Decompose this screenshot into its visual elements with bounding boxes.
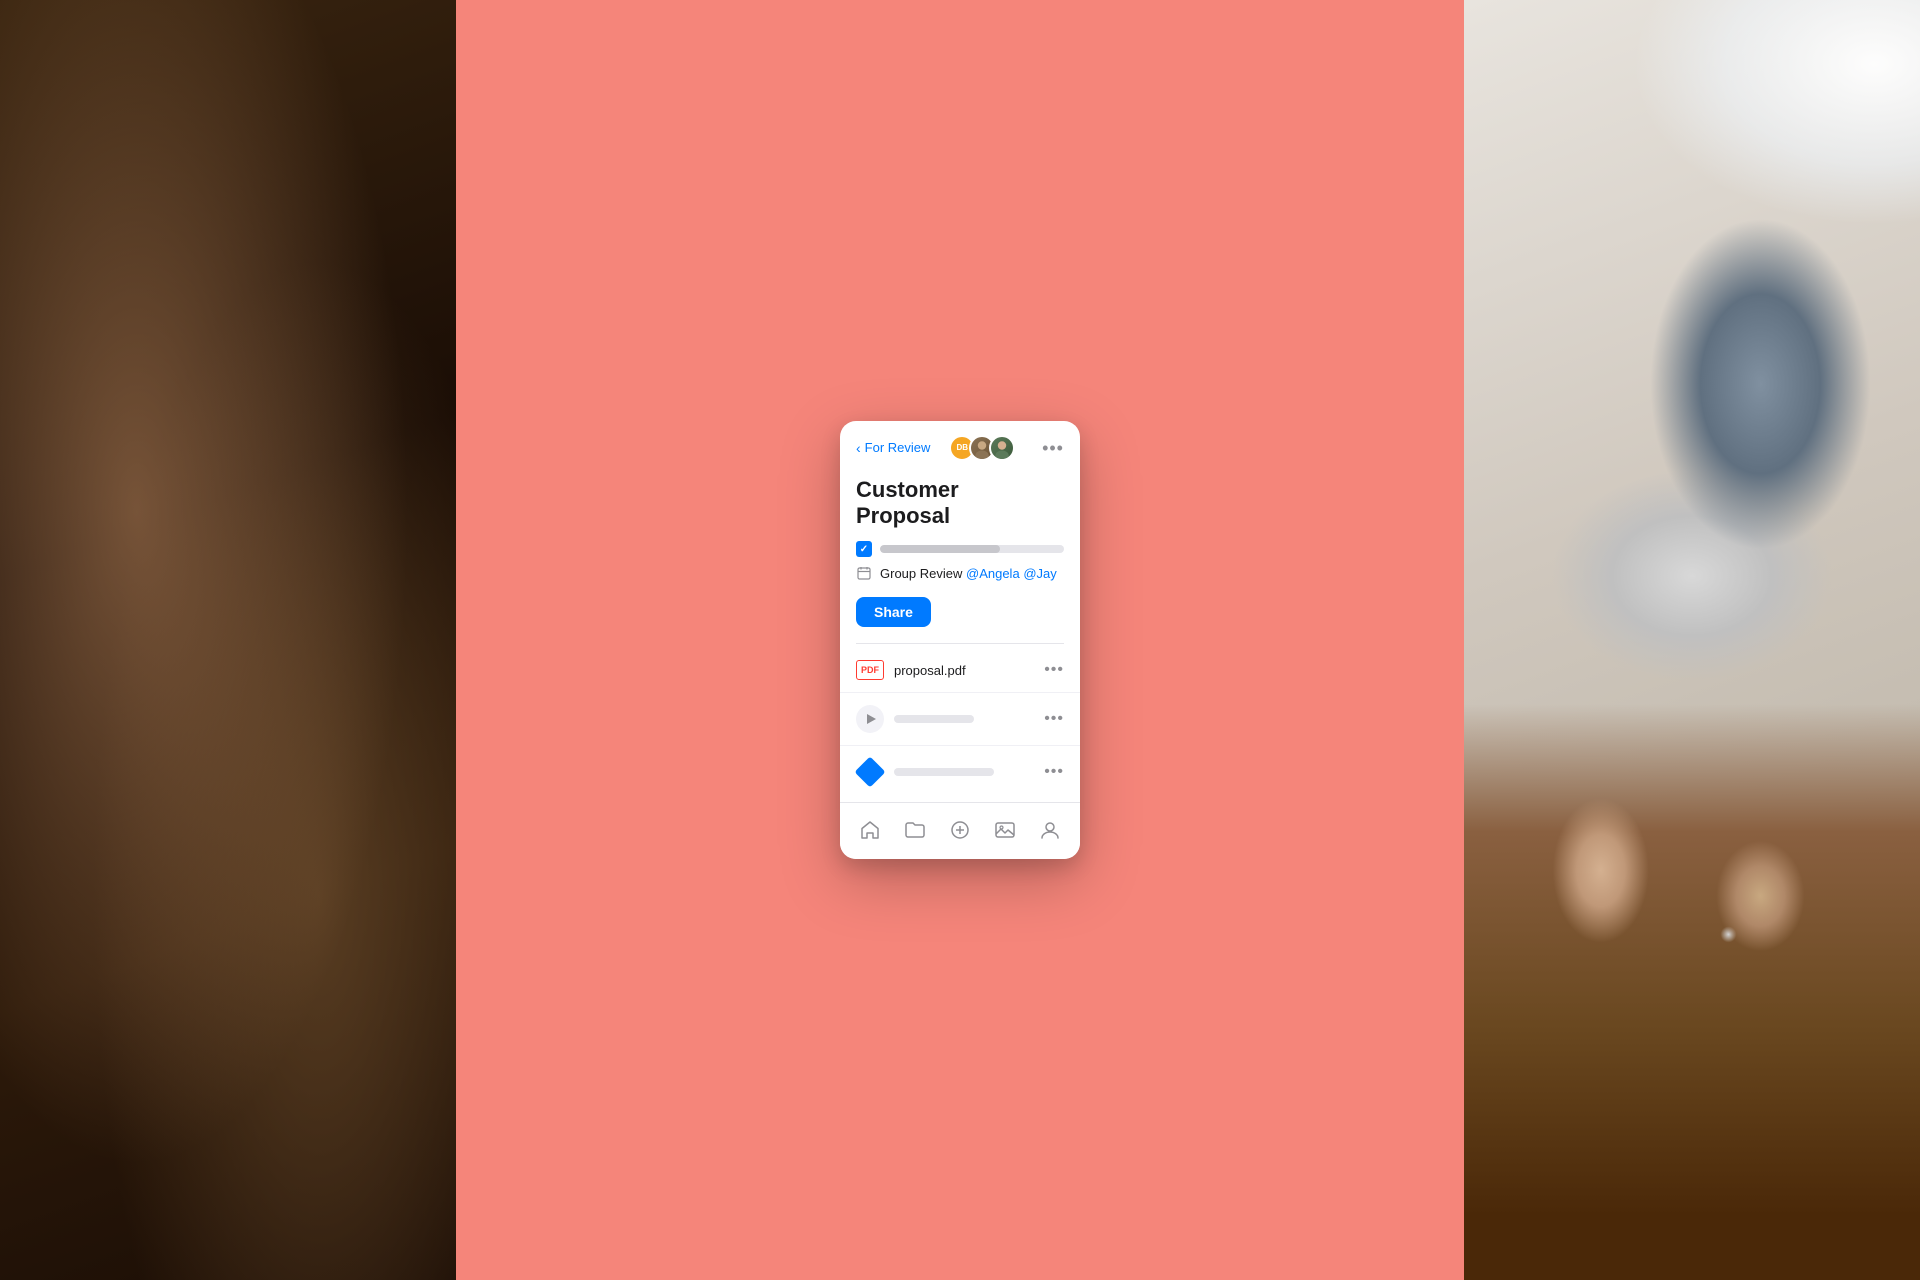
nav-profile-button[interactable]: [1035, 815, 1065, 845]
mobile-app-card: ‹ For Review DB: [840, 421, 1080, 860]
folder-icon: [904, 819, 926, 841]
avatar-group: DB: [949, 435, 1015, 461]
avatar-db-initials: DB: [956, 443, 968, 452]
card-title-section: Customer Proposal: [840, 471, 1080, 542]
play-triangle-icon: [867, 714, 876, 724]
file-item-pdf[interactable]: PDF proposal.pdf •••: [840, 648, 1080, 693]
progress-bar-fill: [880, 545, 1000, 553]
bottom-nav: [840, 802, 1080, 859]
center-panel: ‹ For Review DB: [456, 0, 1464, 1280]
video-name-bar: [894, 715, 974, 723]
play-icon: [856, 705, 884, 733]
avatar-person2: [989, 435, 1015, 461]
review-row: Group Review @Angela @Jay: [856, 565, 1064, 581]
person2-icon: [991, 435, 1013, 461]
checkbox-row: ✓: [856, 541, 1064, 557]
card-meta: ✓ Group Review @Angela: [840, 541, 1080, 591]
nav-gallery-button[interactable]: [990, 815, 1020, 845]
calendar-svg: [857, 566, 871, 580]
back-chevron-icon: ‹: [856, 440, 861, 456]
back-label[interactable]: For Review: [865, 440, 931, 455]
mention-angela[interactable]: @Angela: [966, 566, 1020, 581]
pdf-icon: PDF: [856, 660, 884, 680]
profile-icon: [1039, 819, 1061, 841]
document-title: Customer Proposal: [856, 477, 1064, 530]
calendar-icon: [856, 565, 872, 581]
left-photo-panel: [0, 0, 456, 1280]
right-photo-panel: [1464, 0, 1920, 1280]
checkbox-check-icon: ✓: [860, 544, 868, 555]
video-more-button[interactable]: •••: [1044, 710, 1064, 728]
pdf-more-button[interactable]: •••: [1044, 661, 1064, 679]
sketch-icon-wrapper: [856, 758, 884, 786]
sketch-more-button[interactable]: •••: [1044, 763, 1064, 781]
pdf-filename: proposal.pdf: [894, 663, 1034, 678]
file-item-sketch[interactable]: •••: [840, 746, 1080, 798]
share-section: Share: [840, 591, 1080, 643]
progress-bar: [880, 545, 1064, 553]
file-list: PDF proposal.pdf ••• •••: [840, 644, 1080, 802]
home-icon: [859, 819, 881, 841]
checkbox[interactable]: ✓: [856, 541, 872, 557]
review-text: Group Review @Angela @Jay: [880, 566, 1057, 581]
left-photo: [0, 0, 456, 1280]
sketch-diamond-icon: [854, 757, 885, 788]
sketch-name-bar: [894, 768, 994, 776]
nav-folder-button[interactable]: [900, 815, 930, 845]
card-header: ‹ For Review DB: [840, 421, 1080, 471]
nav-home-button[interactable]: [855, 815, 885, 845]
more-options-button[interactable]: •••: [1042, 439, 1064, 457]
share-button[interactable]: Share: [856, 597, 931, 627]
back-nav[interactable]: ‹ For Review: [856, 440, 930, 456]
video-filename-placeholder: [894, 715, 1034, 723]
nav-add-button[interactable]: [945, 815, 975, 845]
gallery-icon: [994, 819, 1016, 841]
sketch-filename-placeholder: [894, 768, 1034, 776]
right-photo: [1464, 0, 1920, 1280]
file-item-video[interactable]: •••: [840, 693, 1080, 746]
add-icon: [949, 819, 971, 841]
mention-jay[interactable]: @Jay: [1023, 566, 1056, 581]
